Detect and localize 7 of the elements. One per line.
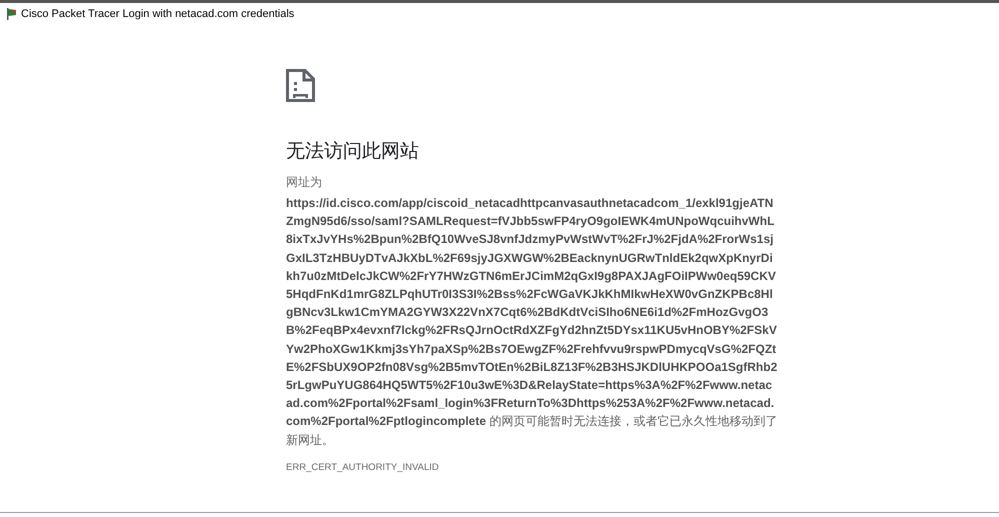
sad-page-icon <box>286 69 315 102</box>
error-message: https://id.cisco.com/app/ciscoid_netacadhttpcanvasauthnetacadcom_1/exkl91gjeATNZmgN95d6/sso/saml?SAMLRequest=fVJbb5swFP4ryO9goIEWK4mUNpoWqcuihvWhL8ixTxJvYHs%2Bpun%2BfQ10WveSJ8vnfJdzmyPvWstWvT%2FrJ%2FjdA%2FrorWs1sjGxIL3TzHBUyDTvAJkXbL%2F69sjyJGXWGW%2BEacknynUGRwTnldEk2qwXpKnyrDikh7u0zMtDelcJkCW%2FrY7HWzGTN6mErJCimM2qGxI9g8PAXJAgFOiIPWw0eq59CKV5HqdFnKd1mrG8ZLPqhUTr0I3S3I%2Bss%2FcWGaVKJkKhMIkwHeXW0vGnZKPBc8HlgBNcv3Lkw1CmYMA2GYW3X22VnX7Cqt6%2BdKdtVciSIho6NE6i1d%2FmHozGvgO3B%2FeqBPx4evxnf7lckg%2FRsQJrnOctRdXZFgYd2hnZt5DYsx11KU5vHnOBY%2FSkVYw2PhoXGw1Kkmj3sYh7paXSp%2Bs7OEwgZF%2Frehfvvu9rspwPDmycqVsG%2FQZtE%2FSbUX9OP2fn08Vsg%2B5mvTOtEn%2BiL8Z13F%2B3HSJKDlUHKPOOa1SgfRhb25rLgwPuYUG864HQ5WT5%2F10u3wE%3D&RelayState=https%3A%2F%2Fwww.netacad.com%2Fportal%2Fsaml_login%3FReturnTo%3Dhttps%253A%2F%2Fwww.netacad.com%2Fportal%2Fptlogincomplete 的网页可能暂时无法连接，或者它已永久性地移动到了新网址。 <box>286 195 778 449</box>
window-title: Cisco Packet Tracer Login with netacad.com credentials <box>21 8 294 20</box>
error-heading: 无法访问此网站 <box>286 140 420 164</box>
error-code: ERR_CERT_AUTHORITY_INVALID <box>286 462 440 473</box>
app-icon <box>6 8 17 20</box>
address-label: 网址为 <box>286 174 323 191</box>
